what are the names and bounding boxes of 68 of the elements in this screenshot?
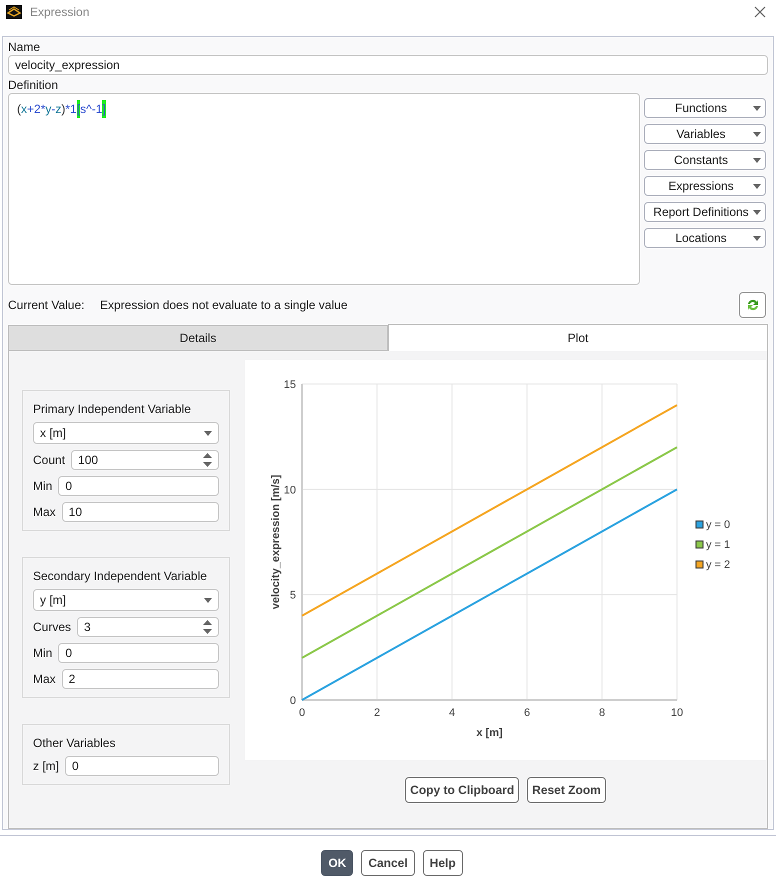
tab[interactable]: Plot <box>388 324 768 351</box>
dialog-button[interactable]: Help <box>422 850 463 876</box>
plot-button[interactable]: Reset Zoom <box>527 777 606 803</box>
tab[interactable]: Details <box>8 325 388 351</box>
caret-icon <box>753 236 761 240</box>
caret-icon <box>204 598 212 602</box>
spin-field[interactable]: 100 <box>71 450 219 470</box>
caret-icon <box>753 210 761 214</box>
axis-title: velocity_expression [m/s] <box>270 474 282 610</box>
field-label: Definition <box>8 77 60 93</box>
menu-button[interactable]: Constants <box>644 150 766 170</box>
caret-icon <box>753 132 761 136</box>
dropdown[interactable]: x [m] <box>33 422 219 444</box>
menu-button[interactable]: Expressions <box>644 176 766 196</box>
input-field[interactable]: 0 <box>58 476 219 496</box>
spinner-arrows-icon <box>203 620 212 634</box>
field-label: Max <box>33 504 56 521</box>
input-field[interactable]: 2 <box>62 669 219 689</box>
tick-label: 4 <box>448 707 456 719</box>
caret-icon <box>753 106 761 110</box>
field-label: Min <box>33 645 52 662</box>
input-field[interactable]: 0 <box>58 643 219 663</box>
group-title: Other Variables <box>33 735 116 751</box>
tick-label: 6 <box>524 707 530 719</box>
spin-field[interactable]: 3 <box>77 617 219 637</box>
dropdown[interactable]: y [m] <box>33 589 219 611</box>
menu-button[interactable]: Report Definitions <box>644 202 766 222</box>
caret-icon <box>753 158 761 162</box>
legend-label: y = 0 <box>706 519 730 531</box>
field-label: Count <box>33 452 66 469</box>
field-label: z [m] <box>33 758 59 775</box>
input-field[interactable]: 0 <box>65 756 219 776</box>
field-label: Name <box>8 39 42 55</box>
input-field[interactable]: 10 <box>62 502 219 522</box>
group-title: Secondary Independent Variable <box>33 568 208 584</box>
menu-button[interactable]: Locations <box>644 228 766 248</box>
field-label: Min <box>33 478 52 495</box>
legend-label: y = 2 <box>706 559 730 571</box>
current-value-text: Expression does not evaluate to a single value <box>100 297 348 314</box>
caret-icon <box>204 430 212 436</box>
tick-label: 5 <box>290 590 296 602</box>
menu-button[interactable]: Functions <box>644 98 766 118</box>
spinner-arrows-icon <box>203 453 212 467</box>
close-icon[interactable] <box>754 6 766 18</box>
tick-label: 0 <box>298 707 306 719</box>
tick-label: 0 <box>290 695 296 707</box>
menu-button[interactable]: Variables <box>644 124 766 144</box>
dialog-button[interactable]: Cancel <box>361 850 415 876</box>
legend-label: y = 1 <box>706 539 730 551</box>
caret-icon <box>753 184 761 188</box>
app-logo-icon <box>6 5 22 19</box>
tick-label: 2 <box>374 707 380 719</box>
dialog-button[interactable]: OK <box>321 850 354 876</box>
window-title: Expression <box>30 4 90 21</box>
tick-label: 15 <box>284 379 296 391</box>
refresh-icon <box>746 298 760 312</box>
tick-label: 10 <box>670 707 684 719</box>
axis-title: x [m] <box>476 727 503 739</box>
name-field[interactable]: velocity_expression <box>8 55 768 75</box>
tick-label: 8 <box>598 707 606 719</box>
current-value-label: Current Value: <box>8 297 86 314</box>
definition-editor[interactable]: (x+2*y-z)*1[s^-1] <box>8 93 640 285</box>
plot-button[interactable]: Copy to Clipboard <box>405 777 520 803</box>
field-label: Curves <box>33 619 72 636</box>
tick-label: 10 <box>284 484 296 496</box>
refresh-button[interactable] <box>739 292 766 318</box>
field-label: Max <box>33 671 56 688</box>
group-title: Primary Independent Variable <box>33 401 192 417</box>
